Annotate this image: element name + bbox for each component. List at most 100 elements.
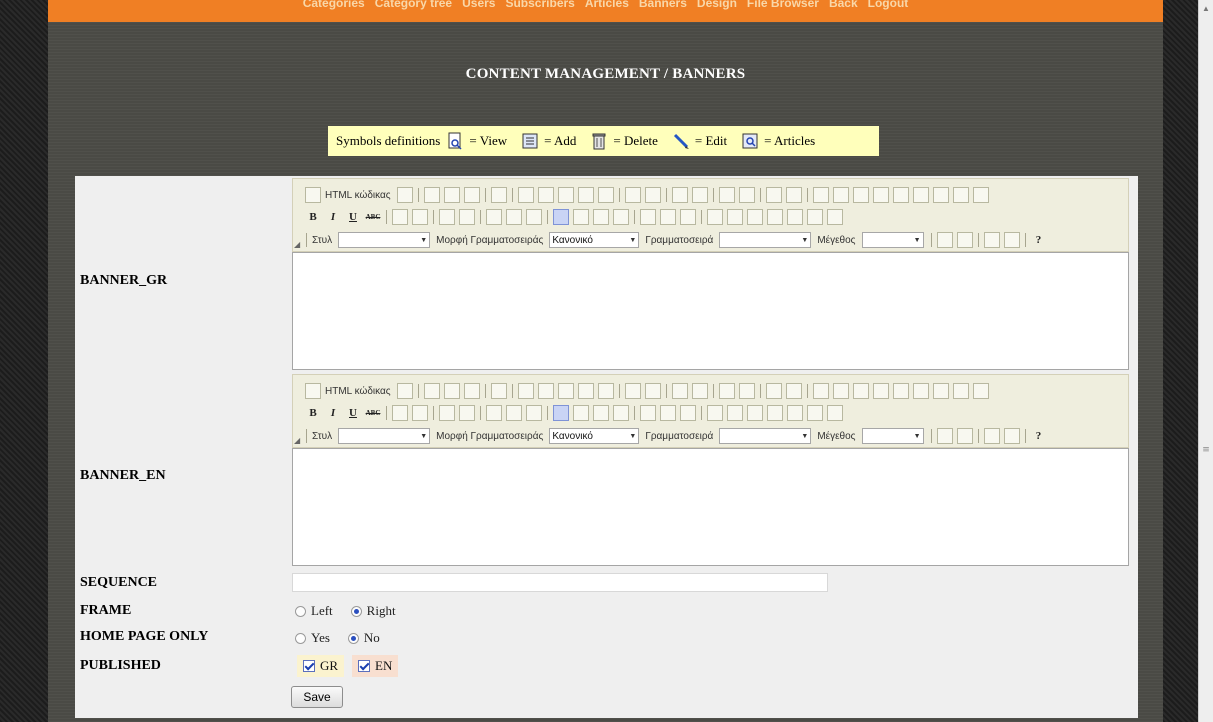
published-gr-checkbox[interactable] bbox=[303, 660, 315, 672]
show-blocks-icon[interactable] bbox=[1003, 428, 1020, 444]
form-icon[interactable] bbox=[812, 383, 829, 399]
help-icon[interactable]: ? bbox=[1031, 232, 1047, 248]
radio-icon[interactable] bbox=[852, 383, 869, 399]
special-char-icon[interactable] bbox=[807, 405, 823, 421]
image-icon[interactable] bbox=[707, 405, 723, 421]
preview-icon[interactable] bbox=[463, 383, 480, 399]
textfield-icon[interactable] bbox=[872, 187, 889, 203]
table-icon[interactable] bbox=[747, 209, 763, 225]
align-center-icon[interactable] bbox=[573, 209, 589, 225]
unlink-icon[interactable] bbox=[660, 209, 676, 225]
align-justify-icon[interactable] bbox=[613, 405, 629, 421]
blockquote-icon[interactable] bbox=[526, 405, 542, 421]
cut-icon[interactable] bbox=[517, 187, 534, 203]
link-icon[interactable] bbox=[640, 405, 656, 421]
paste-icon[interactable] bbox=[557, 187, 574, 203]
toolbar-collapse-icon[interactable]: ◢ bbox=[294, 240, 302, 250]
redo-icon[interactable] bbox=[691, 383, 708, 399]
style-select[interactable]: ▼ bbox=[338, 428, 431, 444]
italic-icon[interactable]: I bbox=[325, 405, 341, 421]
horizontal-rule-icon[interactable] bbox=[767, 209, 783, 225]
font-select[interactable]: ▼ bbox=[719, 428, 812, 444]
underline-icon[interactable]: U bbox=[345, 405, 361, 421]
align-center-icon[interactable] bbox=[573, 405, 589, 421]
select-field-icon[interactable] bbox=[912, 187, 929, 203]
textarea-icon[interactable] bbox=[892, 383, 909, 399]
show-blocks-icon[interactable] bbox=[1003, 232, 1020, 248]
select-all-icon[interactable] bbox=[765, 383, 782, 399]
vertical-scrollbar[interactable]: ▲ ≡ bbox=[1198, 0, 1213, 722]
page-break-icon[interactable] bbox=[827, 405, 843, 421]
nav-categories[interactable]: Categories bbox=[303, 0, 365, 10]
format-select[interactable]: Κανονικό ▼ bbox=[549, 428, 640, 444]
spellcheck-icon[interactable] bbox=[644, 383, 661, 399]
page-break-icon[interactable] bbox=[827, 209, 843, 225]
find-icon[interactable] bbox=[718, 187, 735, 203]
banner-gr-textarea[interactable] bbox=[292, 252, 1129, 370]
bold-icon[interactable]: B bbox=[305, 405, 321, 421]
special-char-icon[interactable] bbox=[807, 209, 823, 225]
bulleted-list-icon[interactable] bbox=[459, 209, 475, 225]
template-icon[interactable] bbox=[396, 187, 413, 203]
nav-banners[interactable]: Banners bbox=[639, 0, 687, 10]
sequence-input[interactable] bbox=[292, 573, 828, 592]
hidden-field-icon[interactable] bbox=[972, 383, 989, 399]
button-field-icon[interactable] bbox=[932, 187, 949, 203]
bulleted-list-icon[interactable] bbox=[459, 405, 475, 421]
subscript-icon[interactable] bbox=[392, 405, 408, 421]
textarea-icon[interactable] bbox=[892, 187, 909, 203]
horizontal-rule-icon[interactable] bbox=[767, 405, 783, 421]
font-select[interactable]: ▼ bbox=[719, 232, 812, 248]
nav-articles[interactable]: Articles bbox=[585, 0, 629, 10]
template-icon[interactable] bbox=[396, 383, 413, 399]
unlink-icon[interactable] bbox=[660, 405, 676, 421]
cut-icon[interactable] bbox=[517, 383, 534, 399]
indent-icon[interactable] bbox=[506, 405, 522, 421]
paste-icon[interactable] bbox=[557, 383, 574, 399]
remove-format-icon[interactable] bbox=[785, 187, 802, 203]
save-icon[interactable] bbox=[423, 187, 440, 203]
templates-icon[interactable] bbox=[490, 383, 507, 399]
form-icon[interactable] bbox=[812, 187, 829, 203]
textfield-icon[interactable] bbox=[872, 383, 889, 399]
numbered-list-icon[interactable] bbox=[439, 405, 455, 421]
maximize-icon[interactable] bbox=[983, 428, 1000, 444]
paste-word-icon[interactable] bbox=[597, 383, 614, 399]
italic-icon[interactable]: I bbox=[325, 209, 341, 225]
link-icon[interactable] bbox=[640, 209, 656, 225]
button-field-icon[interactable] bbox=[932, 383, 949, 399]
strikethrough-icon[interactable]: ABC bbox=[365, 405, 381, 421]
align-justify-icon[interactable] bbox=[613, 209, 629, 225]
nav-logout[interactable]: Logout bbox=[868, 0, 909, 10]
outdent-icon[interactable] bbox=[486, 209, 502, 225]
anchor-icon[interactable] bbox=[680, 405, 696, 421]
homepage-no-radio[interactable] bbox=[347, 632, 359, 644]
print-icon[interactable] bbox=[624, 187, 641, 203]
published-en-checkbox[interactable] bbox=[358, 660, 370, 672]
html-source-button[interactable]: HTML κώδικας bbox=[325, 386, 391, 397]
table-icon[interactable] bbox=[747, 405, 763, 421]
align-right-icon[interactable] bbox=[593, 209, 609, 225]
frame-left-radio[interactable] bbox=[295, 605, 306, 617]
toolbar-collapse-icon[interactable]: ◢ bbox=[294, 436, 302, 446]
superscript-icon[interactable] bbox=[412, 405, 428, 421]
style-select[interactable]: ▼ bbox=[338, 232, 431, 248]
nav-users[interactable]: Users bbox=[462, 0, 495, 10]
superscript-icon[interactable] bbox=[412, 209, 428, 225]
scroll-up-arrow-icon[interactable]: ▲ bbox=[1201, 4, 1211, 16]
size-select[interactable]: ▼ bbox=[861, 232, 924, 248]
checkbox-icon[interactable] bbox=[832, 383, 849, 399]
background-color-icon[interactable] bbox=[956, 232, 973, 248]
numbered-list-icon[interactable] bbox=[439, 209, 455, 225]
underline-icon[interactable]: U bbox=[345, 209, 361, 225]
html-source-button[interactable]: HTML κώδικας bbox=[325, 190, 391, 201]
flash-icon[interactable] bbox=[727, 209, 743, 225]
flash-icon[interactable] bbox=[727, 405, 743, 421]
format-select[interactable]: Κανονικό ▼ bbox=[549, 232, 640, 248]
new-page-icon[interactable] bbox=[443, 383, 460, 399]
background-color-icon[interactable] bbox=[956, 428, 973, 444]
undo-icon[interactable] bbox=[671, 383, 688, 399]
undo-icon[interactable] bbox=[671, 187, 688, 203]
save-icon[interactable] bbox=[423, 383, 440, 399]
spellcheck-icon[interactable] bbox=[644, 187, 661, 203]
